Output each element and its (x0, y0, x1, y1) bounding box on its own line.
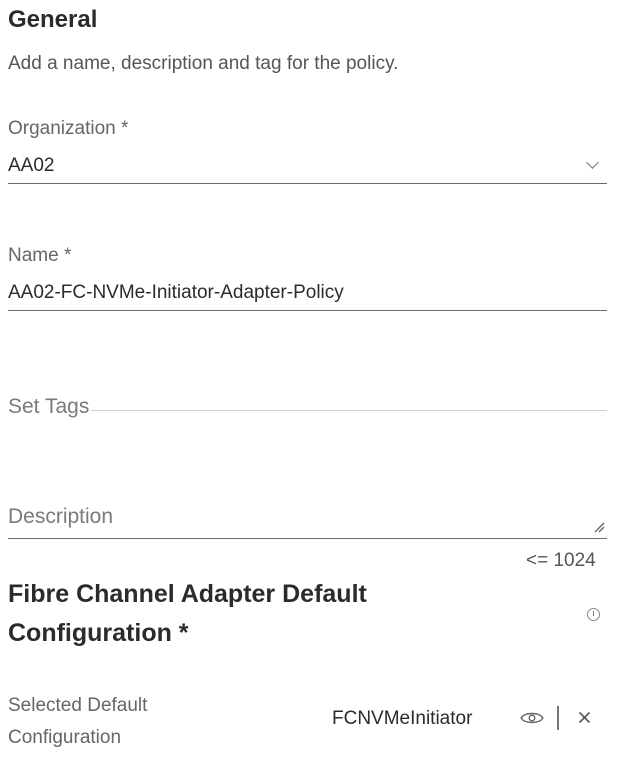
name-underline (8, 310, 607, 311)
chevron-down-icon (586, 156, 599, 169)
set-tags-placeholder: Set Tags (8, 395, 92, 419)
name-input[interactable]: AA02-FC-NVMe-Initiator-Adapter-Policy (8, 277, 607, 311)
set-tags-line (8, 410, 607, 411)
resize-handle-icon[interactable] (593, 521, 605, 533)
organization-label: Organization * (8, 118, 129, 139)
close-icon[interactable] (578, 711, 591, 724)
divider (557, 706, 559, 730)
selected-config-value: FCNVMeInitiator (332, 708, 473, 729)
organization-select[interactable]: AA02 (8, 150, 607, 184)
name-label: Name * (8, 245, 72, 266)
eye-icon[interactable] (520, 711, 544, 725)
info-icon[interactable] (587, 608, 600, 621)
name-value: AA02-FC-NVMe-Initiator-Adapter-Policy (8, 282, 344, 303)
section-subtitle: Add a name, description and tag for the … (8, 53, 399, 74)
organization-value: AA02 (8, 155, 55, 176)
description-char-limit: <= 1024 (526, 550, 596, 571)
selected-config-label: Selected Default Configuration (8, 695, 148, 748)
description-textarea[interactable]: Description (8, 502, 607, 539)
set-tags-input[interactable]: Set Tags (8, 392, 607, 422)
section-title-general: General (8, 6, 98, 33)
organization-underline (8, 183, 607, 184)
description-underline (8, 538, 607, 539)
section-title-adapter-config: Fibre Channel Adapter Default Configurat… (8, 580, 367, 647)
description-placeholder: Description (8, 505, 114, 528)
